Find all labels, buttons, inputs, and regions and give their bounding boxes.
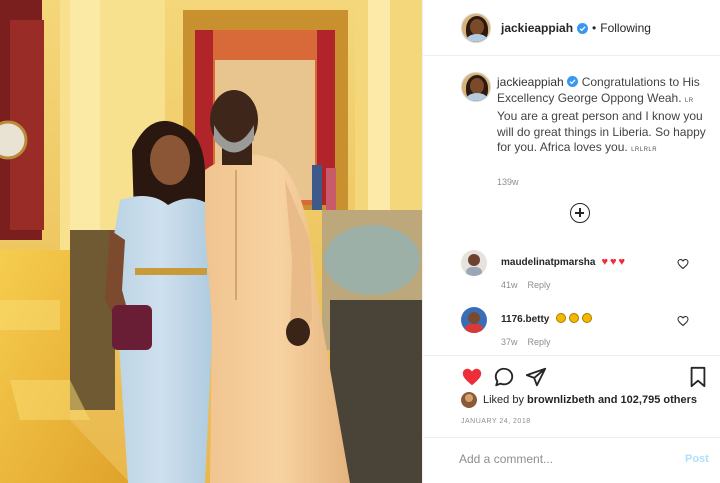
comment-username[interactable]: 1176.betty	[501, 314, 549, 325]
post-photo[interactable]	[0, 0, 422, 483]
photo-illustration	[0, 0, 422, 483]
comment-item: 1176.betty 37w Reply	[423, 307, 720, 357]
likes-prefix: Liked by	[483, 394, 524, 406]
red-heart-emoji: ♥	[601, 256, 609, 268]
caption-text-2: You are a great person and I know you wi…	[497, 109, 706, 154]
likes-count[interactable]: and 102,795 others	[598, 394, 697, 406]
caption-timestamp: 139w	[497, 177, 519, 187]
paper-plane-icon[interactable]	[525, 366, 547, 388]
comment-text	[553, 313, 593, 325]
following-button[interactable]: Following	[600, 21, 651, 35]
caption-small-2: LRLRLR	[631, 147, 658, 153]
add-comment-bar: Post	[423, 437, 720, 483]
post-caption: jackieappiah Congratulations to His Excel…	[497, 75, 709, 159]
action-bar	[423, 355, 720, 395]
comment-username[interactable]: maudelinatpmarsha	[501, 257, 595, 268]
comment-item: maudelinatpmarsha ♥ ♥ ♥ 41w Reply	[423, 250, 720, 300]
red-heart-emoji: ♥	[610, 256, 617, 268]
comment-meta: 37w Reply	[501, 337, 551, 347]
comment-text: ♥ ♥ ♥	[599, 256, 626, 268]
comment-avatar[interactable]	[461, 250, 487, 276]
verified-badge-icon	[566, 76, 578, 87]
likes-user[interactable]: brownlizbeth	[527, 394, 595, 406]
caption-small-1: LR	[684, 97, 694, 104]
clap-emoji	[582, 313, 593, 323]
post-sidebar: jackieappiah • Following jackieappiah Con…	[422, 0, 720, 483]
heart-outline-icon[interactable]	[677, 315, 689, 327]
comment-time: 41w	[501, 280, 518, 290]
comment-meta: 41w Reply	[501, 280, 551, 290]
heart-outline-icon[interactable]	[677, 258, 689, 270]
comment-bubble-icon[interactable]	[493, 366, 515, 388]
verified-badge-icon	[577, 22, 589, 34]
reply-button[interactable]: Reply	[528, 337, 551, 347]
header-user-line: jackieappiah • Following	[501, 21, 651, 35]
caption-avatar[interactable]	[461, 72, 491, 102]
post-button[interactable]: Post	[685, 453, 709, 465]
post-date: JANUARY 24, 2018	[461, 418, 531, 425]
comment-time: 37w	[501, 337, 518, 347]
clap-emoji	[556, 313, 567, 323]
bookmark-icon[interactable]	[687, 366, 709, 388]
likes-summary: Liked by brownlizbeth and 102,795 others	[461, 392, 697, 408]
red-heart-emoji: ♥	[618, 256, 626, 268]
comments-section: jackieappiah Congratulations to His Excel…	[423, 57, 720, 347]
comment-input[interactable]	[459, 452, 669, 466]
caption-username[interactable]: jackieappiah	[497, 75, 564, 89]
header-separator: •	[592, 21, 597, 35]
comment-avatar[interactable]	[461, 307, 487, 333]
liker-avatar[interactable]	[461, 392, 477, 408]
comment-line: 1176.betty	[501, 313, 593, 325]
comment-line: maudelinatpmarsha ♥ ♥ ♥	[501, 256, 625, 268]
reply-button[interactable]: Reply	[528, 280, 551, 290]
clap-emoji	[569, 313, 580, 323]
header-username[interactable]: jackieappiah	[501, 21, 573, 35]
heart-icon[interactable]	[461, 366, 483, 388]
header-avatar[interactable]	[461, 13, 491, 43]
plus-circle-icon[interactable]	[570, 203, 590, 223]
post-header: jackieappiah • Following	[423, 0, 720, 56]
